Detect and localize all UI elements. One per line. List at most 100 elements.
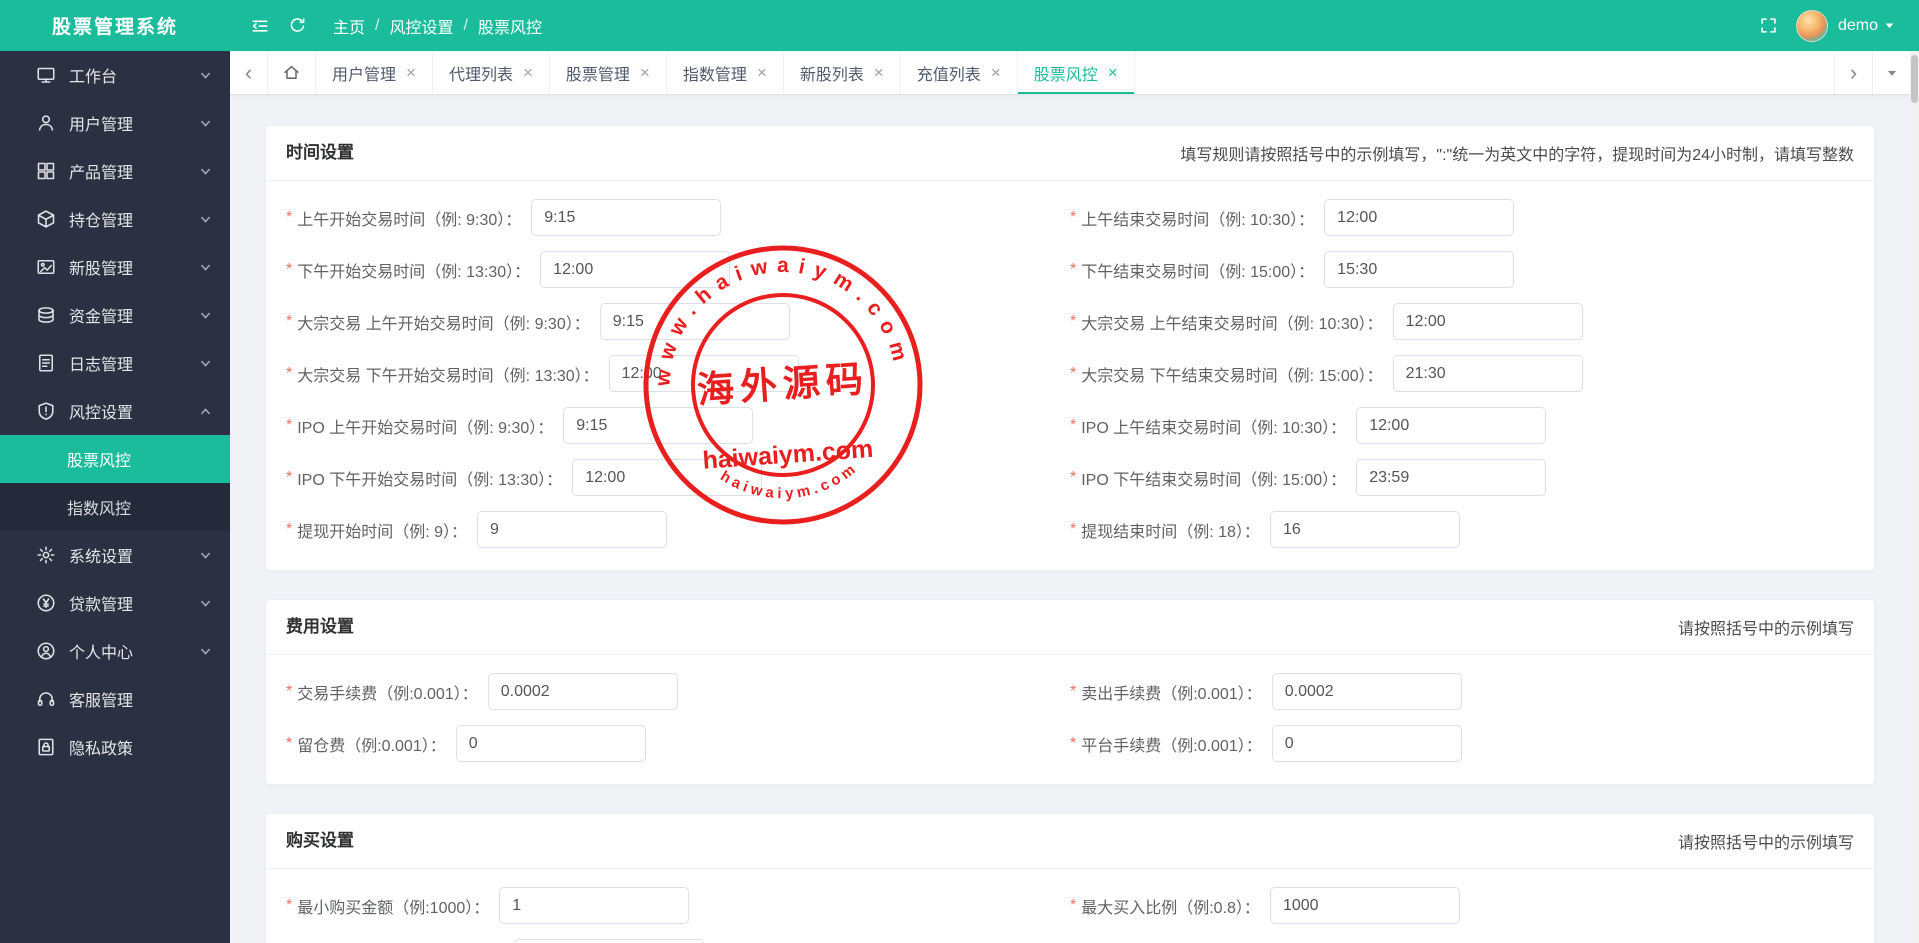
tab-close-icon[interactable]: × — [640, 64, 650, 81]
card-time-settings: 时间设置 填写规则请按照括号中的示例填写，":"统一为英文中的字符，提现时间为24… — [265, 125, 1875, 571]
menu-fold-icon[interactable] — [250, 16, 270, 36]
chevron-down-icon — [199, 549, 212, 562]
avatar[interactable] — [1795, 9, 1828, 42]
tab-recharge-list[interactable]: 充值列表 × — [901, 51, 1018, 94]
sidebar-item-label: 日志管理 — [69, 357, 134, 374]
sidebar-item-funds[interactable]: 资金管理 — [0, 291, 230, 339]
field-input-purchase-settings-0-1[interactable] — [1269, 887, 1460, 924]
tab-stock-risk[interactable]: 股票风控 × — [1018, 51, 1135, 94]
sidebar-item-service[interactable]: 客服管理 — [0, 675, 230, 723]
sidebar-item-risk-settings[interactable]: 风控设置 — [0, 387, 230, 435]
tab-agent-list[interactable]: 代理列表 × — [433, 51, 550, 94]
required-asterisk: * — [286, 208, 293, 226]
sidebar-item-logs[interactable]: 日志管理 — [0, 339, 230, 387]
tab-new-stock-list[interactable]: 新股列表 × — [784, 51, 901, 94]
scrollbar-track[interactable] — [1910, 51, 1919, 943]
sidebar-item-system[interactable]: 系统设置 — [0, 531, 230, 579]
file-list-icon — [36, 353, 56, 373]
required-asterisk: * — [286, 312, 293, 330]
sidebar-item-positions[interactable]: 持仓管理 — [0, 195, 230, 243]
form-field: * 大宗交易 上午结束交易时间（例: 10:30）： — [1070, 303, 1854, 340]
caret-down-icon[interactable] — [1884, 20, 1895, 31]
form-field: * IPO 下午结束交易时间（例: 15:00）： — [1070, 459, 1854, 496]
tabs-scroll-left-icon[interactable]: ‹ — [230, 51, 268, 94]
field-input-time-settings-5-0[interactable] — [572, 459, 763, 496]
field-input-fee-settings-0-0[interactable] — [487, 673, 678, 710]
form-field: * 最大买入比例（例:0.8）： — [1070, 887, 1854, 924]
sidebar-item-workbench[interactable]: 工作台 — [0, 51, 230, 99]
field-input-time-settings-0-1[interactable] — [1324, 199, 1515, 236]
field-input-time-settings-4-0[interactable] — [563, 407, 754, 444]
form-field: * 下午开始交易时间（例: 13:30）： — [286, 251, 1070, 288]
breadcrumb-item-1[interactable]: 风控设置 — [389, 14, 453, 38]
breadcrumb-item-2[interactable]: 股票风控 — [478, 14, 542, 38]
sidebar-item-profile[interactable]: 个人中心 — [0, 627, 230, 675]
home-tab[interactable] — [268, 51, 316, 94]
scrollbar-thumb[interactable] — [1911, 55, 1918, 103]
tab-close-icon[interactable]: × — [757, 64, 767, 81]
sidebar-subitem-index-risk[interactable]: 指数风控 — [0, 483, 230, 531]
field-input-time-settings-1-1[interactable] — [1324, 251, 1515, 288]
tab-user-mgmt[interactable]: 用户管理 × — [316, 51, 433, 94]
chevron-down-icon — [199, 309, 212, 322]
sidebar-item-label: 个人中心 — [69, 645, 134, 662]
field-label: 最小购买金额（例:1000）： — [297, 899, 490, 917]
tab-close-icon[interactable]: × — [991, 64, 1001, 81]
tabs-menu-icon[interactable] — [1872, 51, 1910, 94]
sidebar-item-new-stock[interactable]: 新股管理 — [0, 243, 230, 291]
cube-icon — [36, 209, 56, 229]
field-input-time-settings-3-0[interactable] — [608, 355, 799, 392]
tab-close-icon[interactable]: × — [1108, 64, 1118, 81]
required-asterisk: * — [1070, 312, 1077, 330]
chevron-down-icon — [199, 597, 212, 610]
sidebar-item-users[interactable]: 用户管理 — [0, 99, 230, 147]
required-asterisk: * — [286, 364, 293, 382]
card-body: *上午开始交易时间（例: 9:30）：*上午结束交易时间（例: 10:30）：*… — [266, 181, 1874, 570]
sidebar-item-label: 风控设置 — [69, 405, 134, 422]
field-input-time-settings-4-1[interactable] — [1356, 407, 1547, 444]
form-field — [286, 939, 1070, 943]
sidebar-subitem-stock-risk[interactable]: 股票风控 — [0, 435, 230, 483]
required-asterisk: * — [286, 734, 293, 752]
field-input-time-settings-2-0[interactable] — [599, 303, 790, 340]
field-input-purchase-settings-1-0[interactable] — [514, 939, 704, 943]
field-input-time-settings-5-1[interactable] — [1356, 459, 1547, 496]
field-label: IPO 上午开始交易时间（例: 9:30）： — [297, 419, 554, 437]
field-input-time-settings-6-1[interactable] — [1269, 511, 1460, 548]
username[interactable]: demo — [1838, 17, 1878, 35]
tab-close-icon[interactable]: × — [406, 64, 416, 81]
breadcrumb: 主页 / 风控设置 / 股票风控 — [333, 14, 542, 38]
card-header: 购买设置 请按照括号中的示例填写 — [266, 814, 1874, 869]
fullscreen-icon[interactable] — [1759, 16, 1778, 35]
field-label: 大宗交易 上午开始交易时间（例: 9:30）： — [297, 315, 590, 333]
field-input-time-settings-1-0[interactable] — [540, 251, 731, 288]
sidebar-item-label: 新股管理 — [69, 261, 134, 278]
field-input-purchase-settings-0-0[interactable] — [499, 887, 690, 924]
sidebar-item-loans[interactable]: 贷款管理 — [0, 579, 230, 627]
field-input-time-settings-6-0[interactable] — [477, 511, 668, 548]
field-input-time-settings-0-0[interactable] — [531, 199, 722, 236]
chevron-down-icon — [199, 357, 212, 370]
form-field: * 提现开始时间（例: 9）： — [286, 511, 1070, 548]
field-input-fee-settings-1-1[interactable] — [1271, 725, 1462, 762]
form-field: * 最小购买金额（例:1000）： — [286, 887, 1070, 924]
tab-index-mgmt[interactable]: 指数管理 × — [667, 51, 784, 94]
form-field: * 下午结束交易时间（例: 15:00）： — [1070, 251, 1854, 288]
tabs-scroll-right-icon[interactable]: › — [1834, 51, 1872, 94]
card-title: 费用设置 — [286, 617, 354, 636]
field-label: 大宗交易 下午开始交易时间（例: 13:30）： — [297, 367, 599, 385]
card-hint: 填写规则请按照括号中的示例填写，":"统一为英文中的字符，提现时间为24小时制，… — [1180, 147, 1854, 164]
field-input-fee-settings-0-1[interactable] — [1271, 673, 1462, 710]
breadcrumb-item-0[interactable]: 主页 — [333, 14, 365, 38]
field-input-time-settings-2-1[interactable] — [1392, 303, 1583, 340]
sidebar-item-products[interactable]: 产品管理 — [0, 147, 230, 195]
refresh-icon[interactable] — [288, 16, 307, 35]
tab-stock-mgmt[interactable]: 股票管理 × — [550, 51, 667, 94]
field-input-time-settings-3-1[interactable] — [1392, 355, 1583, 392]
field-label: 最大买入比例（例:0.8）： — [1081, 899, 1260, 917]
sidebar-item-privacy[interactable]: 隐私政策 — [0, 723, 230, 771]
tab-close-icon[interactable]: × — [874, 64, 884, 81]
tab-close-icon[interactable]: × — [523, 64, 533, 81]
field-input-fee-settings-1-0[interactable] — [455, 725, 646, 762]
sidebar-item-label: 持仓管理 — [69, 213, 134, 230]
